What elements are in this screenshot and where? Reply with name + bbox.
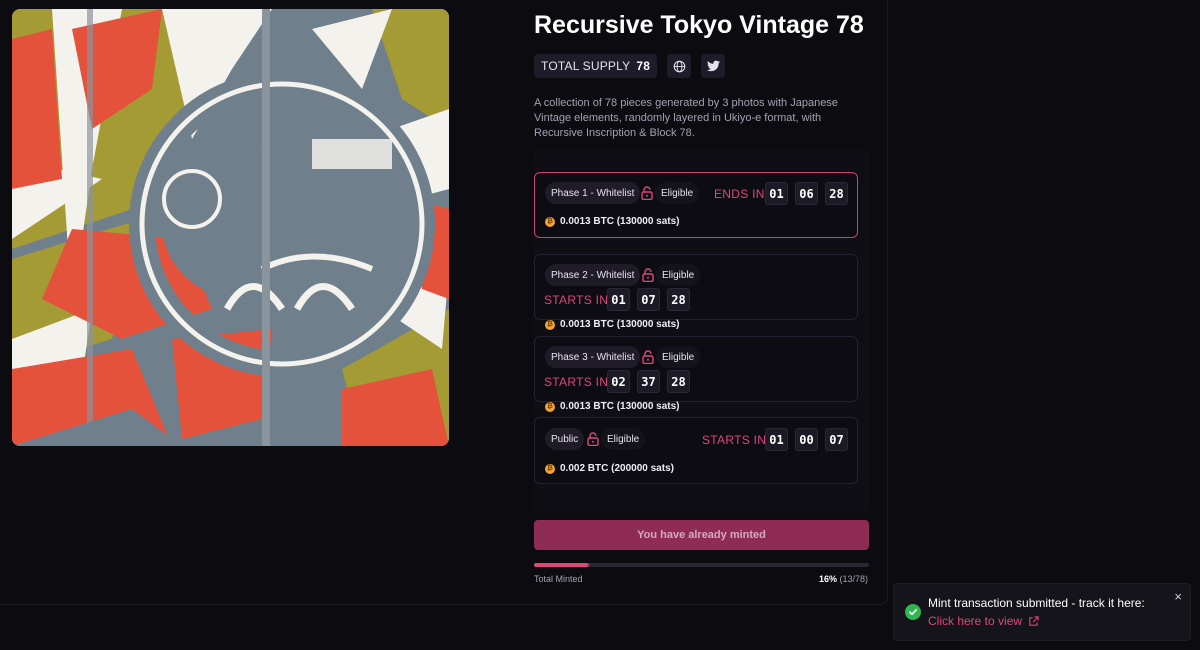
minted-count: (13/78) — [839, 574, 868, 584]
globe-icon — [673, 60, 685, 72]
eligibility-badge: Eligible — [655, 182, 700, 204]
phase-price: ₿ 0.002 BTC (200000 sats) — [545, 463, 674, 474]
timer-seconds: 28 — [667, 288, 690, 311]
mint-progress-fill — [534, 563, 588, 567]
total-minted-label: Total Minted — [534, 574, 583, 584]
unlocked-icon — [642, 268, 654, 282]
toast-close-button[interactable]: × — [1174, 589, 1182, 604]
timer-minutes: 37 — [637, 370, 660, 393]
collection-title: Recursive Tokyo Vintage 78 — [534, 11, 864, 39]
unlocked-icon — [587, 432, 599, 446]
timer-minutes: 07 — [637, 288, 660, 311]
timer-hours: 01 — [607, 288, 630, 311]
timer-minutes: 06 — [795, 182, 818, 205]
external-link-icon — [1029, 615, 1039, 626]
phase-timer-label: ENDS IN — [714, 187, 765, 201]
total-supply-badge: TOTAL SUPPLY 78 — [534, 54, 658, 78]
mint-progress-bar — [534, 563, 869, 567]
phase-price: ₿ 0.0013 BTC (130000 sats) — [545, 319, 680, 330]
total-supply-label: TOTAL SUPPLY — [541, 59, 631, 73]
mint-button[interactable]: You have already minted — [534, 520, 869, 550]
bitcoin-icon: ₿ — [545, 401, 555, 412]
phase-price: ₿ 0.0013 BTC (130000 sats) — [545, 401, 680, 412]
view-transaction-link[interactable]: Click here to view — [928, 614, 1039, 628]
timer-seconds: 07 — [825, 428, 848, 451]
phase-card-public[interactable]: Public Eligible STARTS IN 01 00 07 ₿ 0.0… — [534, 417, 858, 484]
unlocked-icon — [641, 186, 653, 200]
phase-timer-label: STARTS IN — [544, 293, 609, 307]
phase-price-text: 0.002 BTC (200000 sats) — [560, 463, 674, 474]
eligibility-badge: Eligible — [656, 346, 701, 368]
phase-name: Phase 1 - Whitelist — [545, 182, 641, 204]
timer-hours: 02 — [607, 370, 630, 393]
timer-hours: 01 — [765, 182, 788, 205]
bitcoin-icon: ₿ — [545, 216, 555, 227]
timer-seconds: 28 — [667, 370, 690, 393]
phase-price: ₿ 0.0013 BTC (130000 sats) — [545, 216, 680, 227]
phase-card-2[interactable]: Phase 2 - Whitelist Eligible STARTS IN 0… — [534, 254, 858, 330]
phase-name: Phase 3 - Whitelist — [545, 346, 641, 368]
timer-hours: 01 — [765, 428, 788, 451]
phase-price-text: 0.0013 BTC (130000 sats) — [560, 401, 680, 412]
phase-price-text: 0.0013 BTC (130000 sats) — [560, 319, 680, 330]
minted-stats: 16% (13/78) — [819, 574, 868, 584]
bitcoin-icon: ₿ — [545, 319, 555, 330]
minted-percent: 16% — [818, 574, 837, 584]
timer-minutes: 00 — [795, 428, 818, 451]
phase-name: Phase 2 - Whitelist — [545, 264, 641, 286]
phase-timer-label: STARTS IN — [544, 375, 609, 389]
collection-description: A collection of 78 pieces generated by 3… — [534, 97, 838, 139]
twitter-icon — [706, 60, 720, 72]
phase-timer-label: STARTS IN — [702, 433, 767, 447]
collection-meta-row: TOTAL SUPPLY 78 — [534, 54, 726, 78]
phase-price-text: 0.0013 BTC (130000 sats) — [560, 216, 680, 227]
mint-phases-list: Phase 1 - Whitelist Eligible ENDS IN 01 … — [534, 150, 870, 512]
eligibility-badge: Eligible — [656, 264, 701, 286]
nft-artwork-image — [12, 9, 449, 446]
total-supply-value: 78 — [636, 59, 651, 73]
phase-card-1[interactable]: Phase 1 - Whitelist Eligible ENDS IN 01 … — [534, 172, 858, 238]
mint-success-toast: Mint transaction submitted - track it he… — [893, 583, 1191, 641]
view-transaction-label: Click here to view — [928, 614, 1023, 628]
phase-name: Public — [545, 428, 585, 450]
unlocked-icon — [642, 350, 654, 364]
eligibility-badge: Eligible — [601, 428, 646, 450]
phase-card-3[interactable]: Phase 3 - Whitelist Eligible STARTS IN 0… — [534, 336, 858, 412]
timer-seconds: 28 — [825, 182, 848, 205]
success-check-icon — [905, 604, 921, 620]
bitcoin-icon: ₿ — [545, 463, 555, 474]
toast-message: Mint transaction submitted - track it he… — [928, 596, 1145, 610]
twitter-link-button[interactable] — [701, 54, 726, 78]
website-link-button[interactable] — [667, 54, 692, 78]
